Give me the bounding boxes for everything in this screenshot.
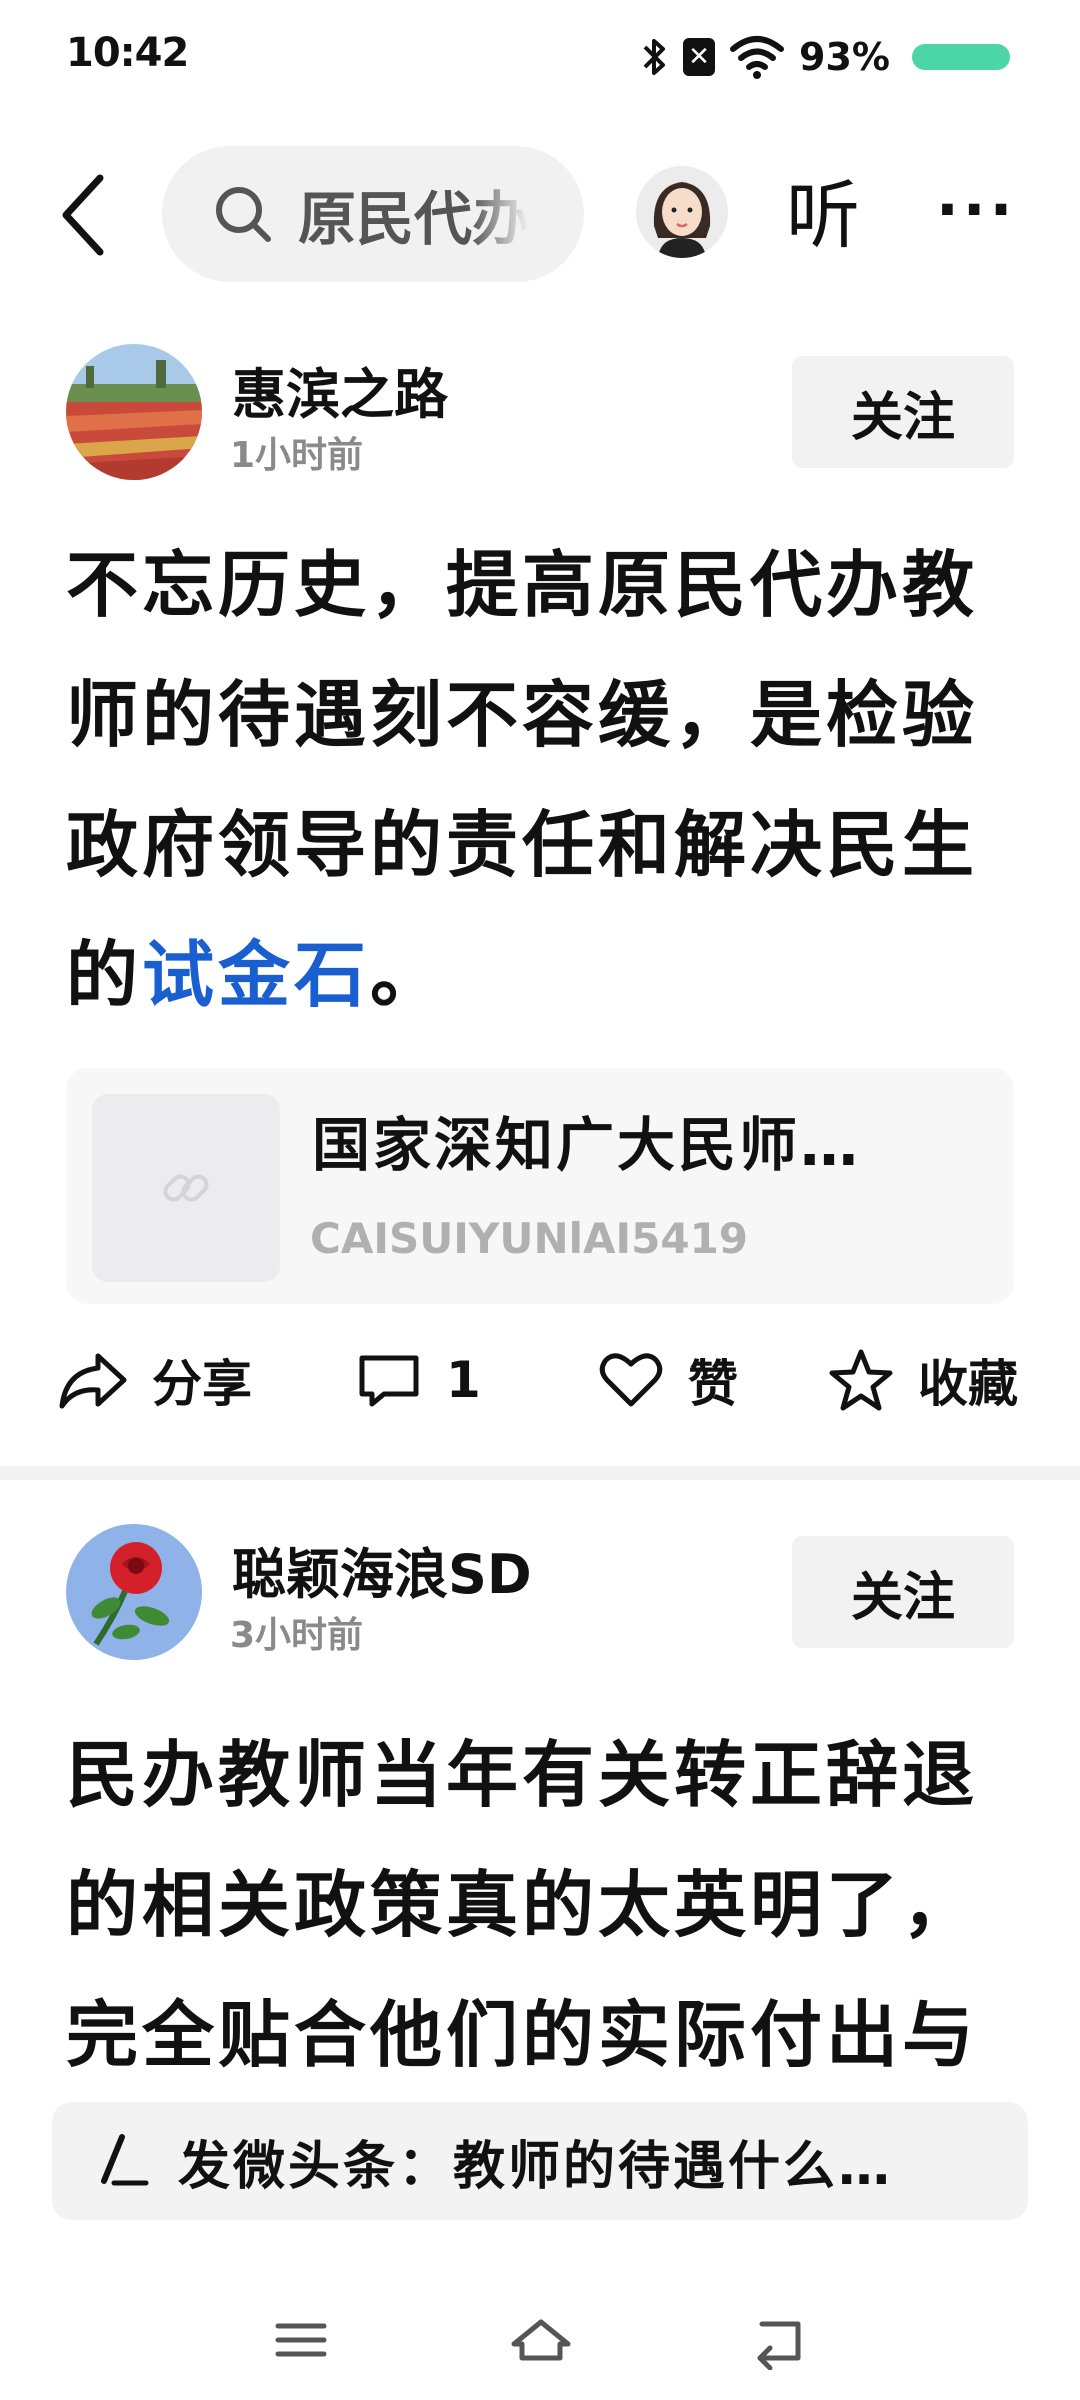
author-name[interactable]: 聪颖海浪SD (232, 1530, 532, 1609)
search-icon (216, 187, 271, 242)
author-avatar[interactable] (66, 1524, 202, 1660)
user-avatar[interactable] (636, 166, 728, 258)
follow-button[interactable]: 关注 (792, 1536, 1014, 1648)
wifi-icon (730, 36, 785, 79)
comment-count: 1 (446, 1351, 481, 1409)
action-bar: 分享 1 赞 收藏 (0, 1330, 1080, 1430)
listen-button[interactable]: 听 (786, 156, 860, 263)
link-card[interactable]: 国家深知广大民师… CAISUIYUNlAI5419 (66, 1068, 1014, 1304)
battery-percent: 93% (799, 35, 890, 79)
like-label: 赞 (688, 1355, 738, 1413)
bluetooth-icon (643, 39, 666, 75)
post-card: 聪颖海浪SD 3小时前 关注 民办教师当年有关转正辞退的相关政策真的太英明了，完… (0, 1520, 1080, 2080)
favorite-label: 收藏 (918, 1355, 1018, 1413)
author-avatar[interactable] (66, 344, 202, 480)
post-card: 惠滨之路 1小时前 关注 不忘历史，提高原民代办教师的待遇刻不容缓，是检验政府领… (0, 340, 1080, 1470)
link-source: CAISUIYUNlAI5419 (310, 1214, 749, 1263)
search-text: 原民代办教师 (298, 185, 528, 253)
pen-icon (101, 2134, 149, 2186)
nfc-icon: ✕ (683, 38, 716, 76)
share-icon (59, 1353, 127, 1409)
status-icons: ✕ 93% (641, 30, 1010, 84)
search-box[interactable]: 原民代办教师 (162, 146, 584, 282)
back-icon[interactable] (52, 170, 122, 260)
rose-image (66, 1524, 202, 1660)
status-time: 10:42 (66, 30, 189, 76)
status-bar: 10:42 ✕ 93% (0, 0, 1080, 120)
comment-button[interactable]: 1 (356, 1330, 481, 1430)
post-divider (0, 1466, 1080, 1480)
post-time: 3小时前 (230, 1615, 364, 1656)
avatar-illustration (636, 166, 728, 258)
menu-icon[interactable] (266, 2310, 336, 2370)
author-name[interactable]: 惠滨之路 (232, 350, 448, 429)
post-body-end: 。 (370, 933, 447, 1017)
post-time: 1小时前 (230, 435, 364, 476)
link-thumbnail (92, 1094, 280, 1282)
topic-link[interactable]: 试金石 (142, 933, 370, 1017)
home-icon[interactable] (506, 2310, 576, 2370)
comment-icon (359, 1355, 419, 1407)
share-label: 分享 (152, 1355, 252, 1413)
top-nav: 原民代办教师 听 ··· (0, 140, 1080, 282)
favorite-button[interactable]: 收藏 (828, 1330, 1018, 1430)
post-composer[interactable]: 发微头条：教师的待遇什么… (52, 2102, 1028, 2220)
more-button[interactable]: ··· (936, 170, 1016, 250)
share-button[interactable]: 分享 (56, 1330, 252, 1430)
like-button[interactable]: 赞 (598, 1330, 738, 1430)
post-body-text: 民办教师当年有关转正辞退的相关政策真的太英明了，完全贴合他们的实际付出与 (66, 1733, 979, 2077)
battery-icon (912, 44, 1010, 70)
follow-button[interactable]: 关注 (792, 356, 1014, 468)
composer-placeholder: 发微头条：教师的待遇什么… (178, 2136, 894, 2197)
heart-icon (599, 1353, 663, 1407)
post-body[interactable]: 不忘历史，提高原民代办教师的待遇刻不容缓，是检验政府领导的责任和解决民生的试金石… (66, 520, 1026, 1040)
system-nav-bar (0, 2290, 1080, 2400)
post-body[interactable]: 民办教师当年有关转正辞退的相关政策真的太英明了，完全贴合他们的实际付出与 (66, 1710, 1026, 2100)
star-icon (829, 1349, 893, 1411)
flower-field-image (66, 344, 202, 480)
link-icon (163, 1174, 209, 1202)
back-nav-icon[interactable] (746, 2310, 816, 2370)
link-title: 国家深知广大民师… (312, 1111, 862, 1179)
